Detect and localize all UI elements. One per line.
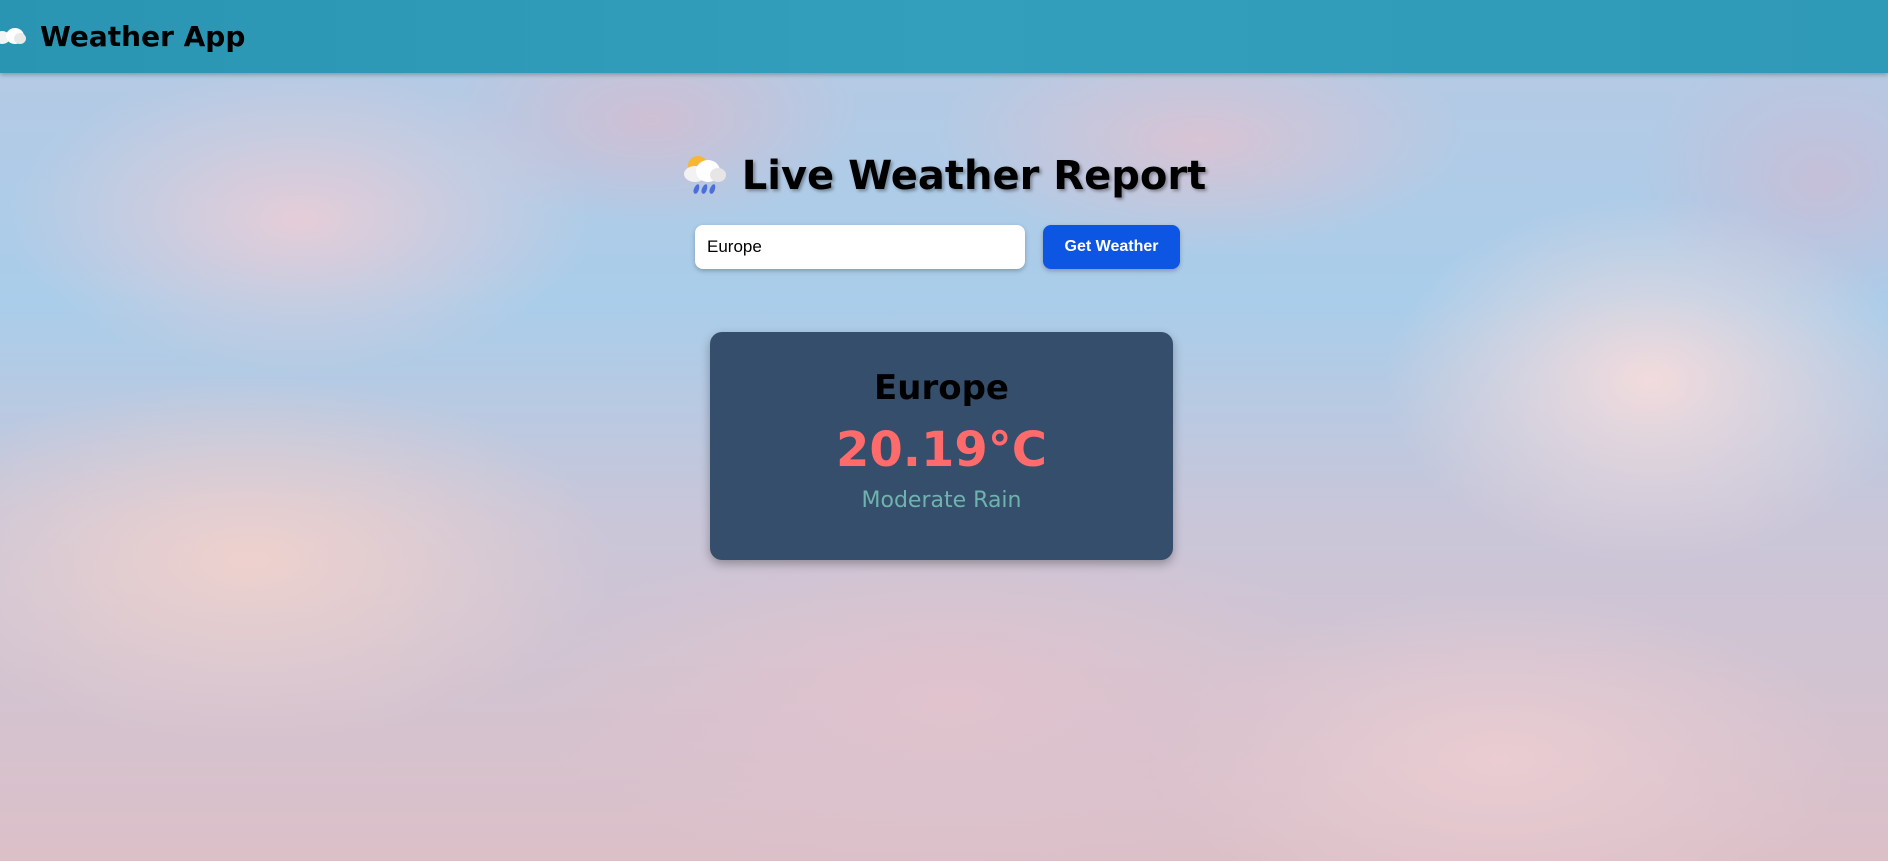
sun-behind-rain-cloud-icon [682, 154, 728, 198]
top-navbar: Weather App [0, 0, 1888, 73]
search-bar: Get Weather [695, 225, 1180, 269]
city-search-input[interactable] [695, 225, 1025, 269]
get-weather-button[interactable]: Get Weather [1043, 225, 1180, 269]
result-temperature: 20.19°C [835, 422, 1048, 478]
page-title: Live Weather Report [741, 153, 1207, 199]
cloud-icon [0, 27, 28, 46]
weather-result-card: Europe 20.19°C Moderate Rain [710, 332, 1173, 560]
main-content: Live Weather Report Get Weather Europe 2… [0, 73, 1888, 861]
result-description: Moderate Rain [861, 488, 1022, 513]
app-title: Weather App [40, 20, 246, 53]
page-heading: Live Weather Report [0, 153, 1888, 199]
result-city: Europe [874, 368, 1009, 408]
